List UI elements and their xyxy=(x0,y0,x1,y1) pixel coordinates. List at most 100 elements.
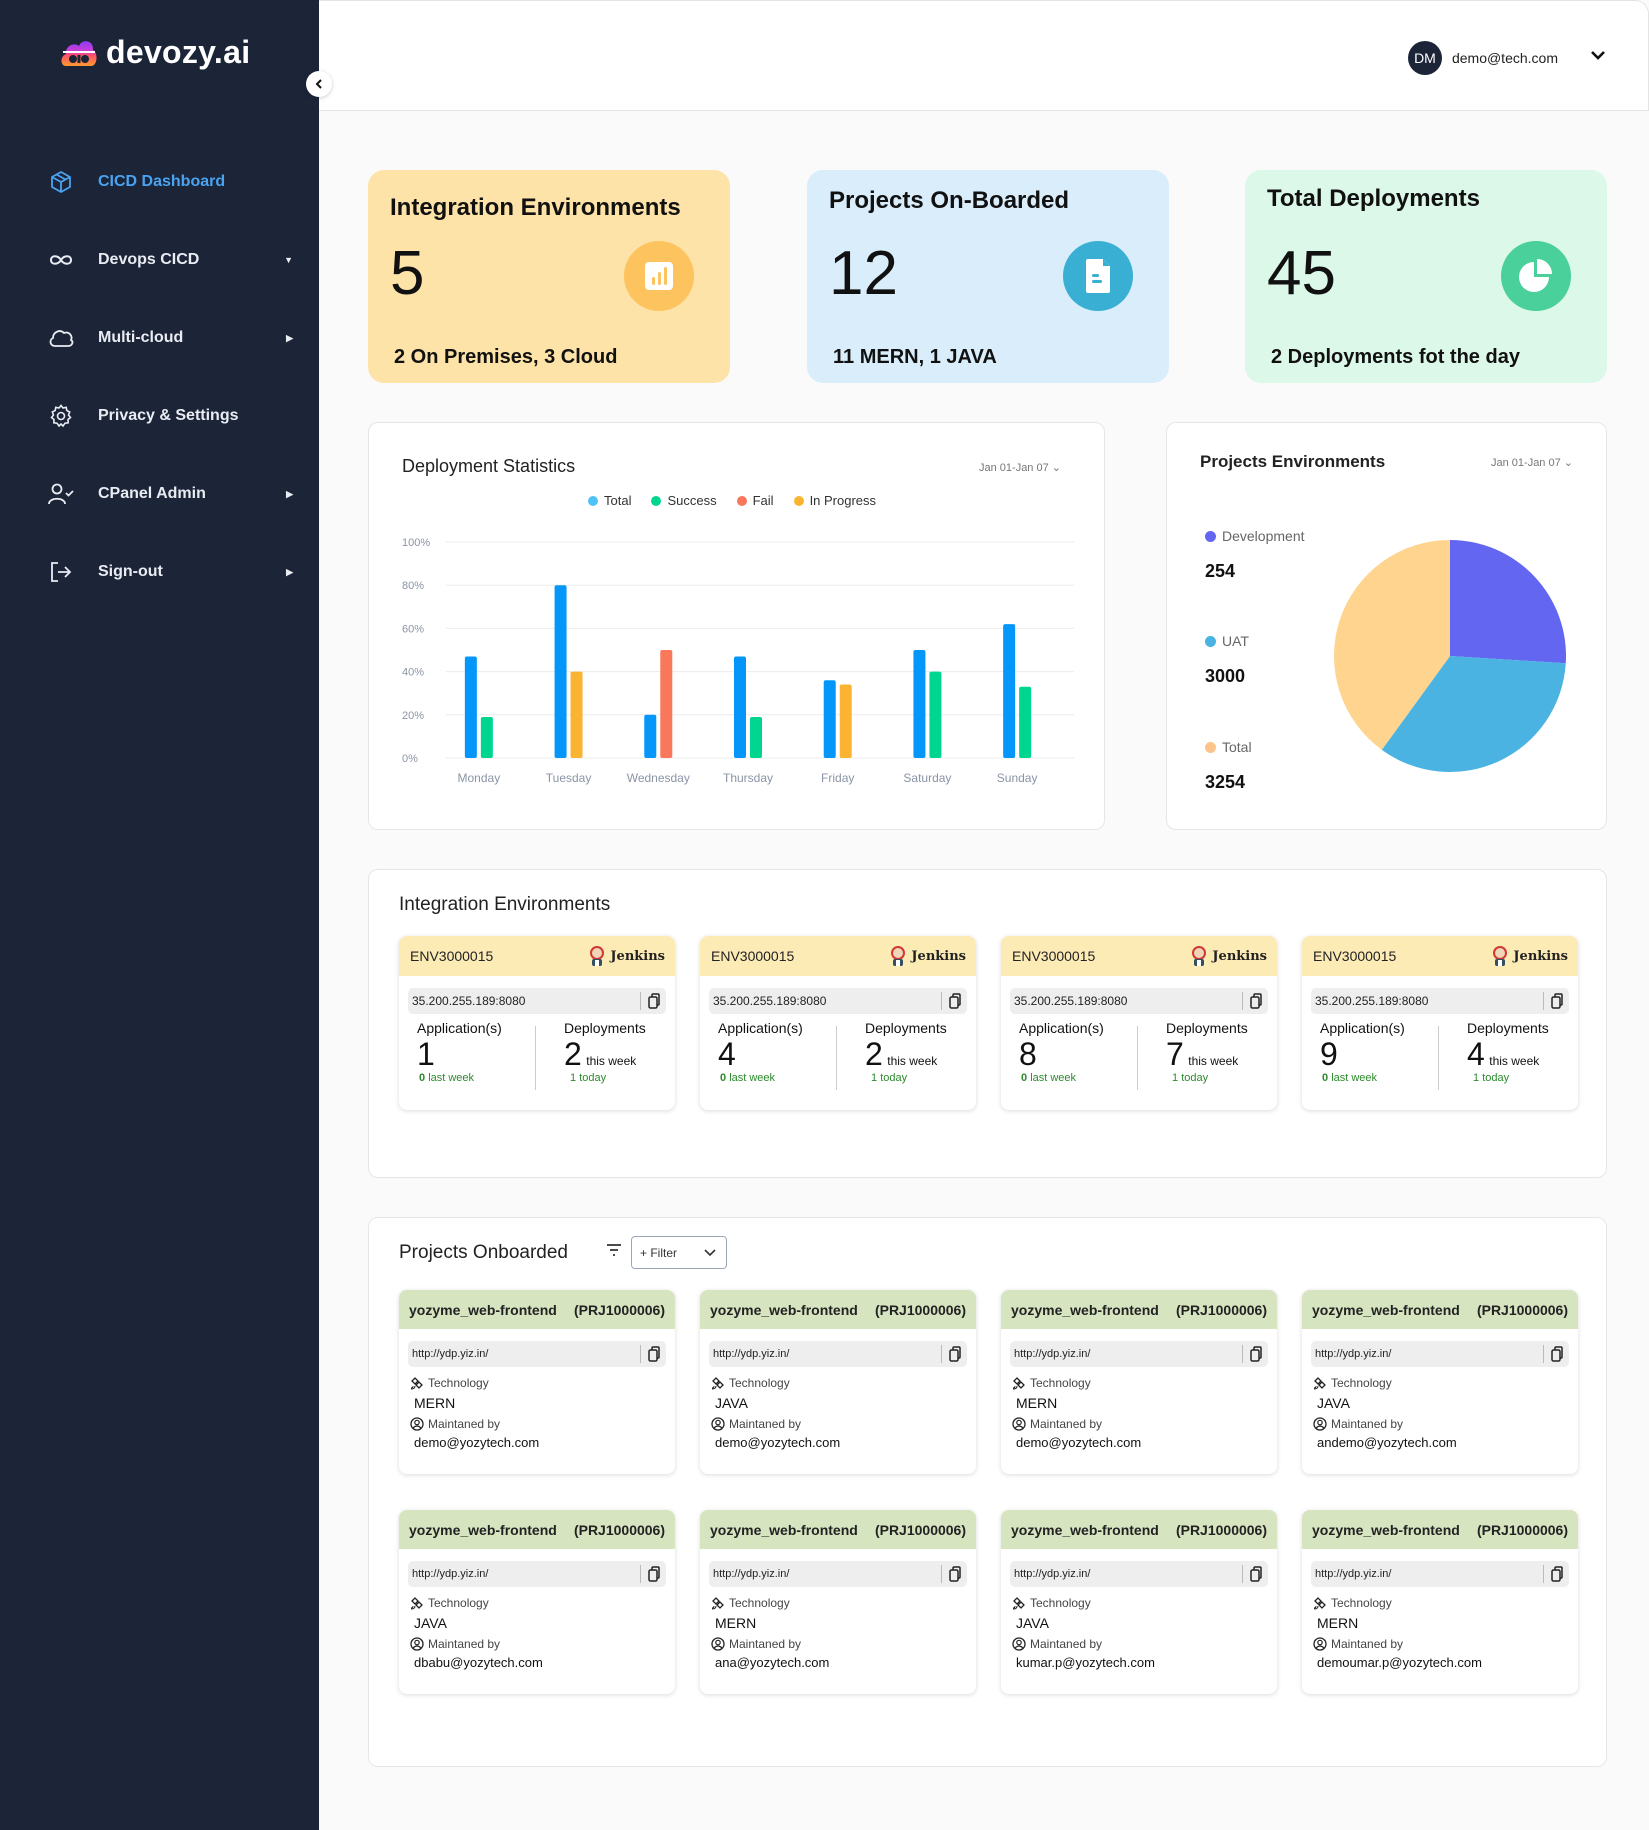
sidebar-item-cicd-dashboard[interactable]: CICD Dashboard xyxy=(48,162,293,202)
chevron-down-icon[interactable] xyxy=(1590,49,1606,61)
brand-logo[interactable]: devozy.ai xyxy=(60,34,250,71)
technology-row: Technology xyxy=(1012,1596,1277,1610)
url-field[interactable]: http://ydp.yiz.in/ xyxy=(709,1341,967,1367)
bar-success[interactable] xyxy=(929,671,942,758)
chevron-left-icon xyxy=(315,79,322,89)
deployments-label: Deployments xyxy=(1467,1020,1549,1036)
x-tick-label: Friday xyxy=(821,771,854,785)
date-range-dropdown[interactable]: Jan 01-Jan 07 ⌄ xyxy=(1491,456,1573,469)
environment-card[interactable]: ENV3000015 Jenkins 35.200.255.189:8080 A… xyxy=(399,936,675,1110)
copy-button[interactable] xyxy=(640,992,660,1010)
bar-total[interactable] xyxy=(823,680,836,758)
project-card[interactable]: yozyme_web-frontend (PRJ1000006) http://… xyxy=(1302,1290,1578,1474)
url-field[interactable]: http://ydp.yiz.in/ xyxy=(709,1561,967,1587)
filter-dropdown[interactable]: + Filter xyxy=(631,1236,727,1269)
applications-stat: Application(s) 9 0 last week xyxy=(1320,1020,1405,1084)
environment-card[interactable]: ENV3000015 Jenkins 35.200.255.189:8080 A… xyxy=(1302,936,1578,1110)
collapse-sidebar-button[interactable] xyxy=(306,71,332,97)
bar-total[interactable] xyxy=(1003,624,1016,758)
copy-button[interactable] xyxy=(640,1565,660,1583)
sidebar-item-multi-cloud[interactable]: Multi-cloud ▶ xyxy=(48,318,293,358)
project-name: yozyme_web-frontend xyxy=(1011,1301,1159,1318)
bar-total[interactable] xyxy=(464,656,477,758)
pie-chart-icon xyxy=(1501,241,1571,311)
url-field[interactable]: http://ydp.yiz.in/ xyxy=(1311,1341,1569,1367)
project-card[interactable]: yozyme_web-frontend (PRJ1000006) http://… xyxy=(1001,1290,1277,1474)
this-week-label: this week xyxy=(1188,1054,1239,1068)
stat-value: 5 xyxy=(390,239,425,308)
project-card[interactable]: yozyme_web-frontend (PRJ1000006) http://… xyxy=(700,1510,976,1694)
bar-success[interactable] xyxy=(480,716,493,758)
environment-id: ENV3000015 xyxy=(1012,948,1096,964)
copy-button[interactable] xyxy=(1242,992,1262,1010)
bar-total[interactable] xyxy=(913,650,926,758)
url-field[interactable]: http://ydp.yiz.in/ xyxy=(1010,1341,1268,1367)
copy-button[interactable] xyxy=(1543,1345,1563,1363)
sidebar-item-sign-out[interactable]: Sign-out ▶ xyxy=(48,552,293,592)
copy-button[interactable] xyxy=(1543,1565,1563,1583)
address-field[interactable]: 35.200.255.189:8080 xyxy=(1010,988,1268,1014)
x-tick-label: Sunday xyxy=(997,771,1038,785)
bar-success[interactable] xyxy=(750,716,762,758)
project-card[interactable]: yozyme_web-frontend (PRJ1000006) http://… xyxy=(399,1290,675,1474)
bar-total[interactable] xyxy=(554,585,567,758)
today-label: today xyxy=(1482,1072,1510,1084)
jenkins-badge: Jenkins xyxy=(889,945,966,967)
project-card[interactable]: yozyme_web-frontend (PRJ1000006) http://… xyxy=(1001,1510,1277,1694)
copy-button[interactable] xyxy=(640,1345,660,1363)
project-card[interactable]: yozyme_web-frontend (PRJ1000006) http://… xyxy=(1302,1510,1578,1694)
applications-stat: Application(s) 4 0 last week xyxy=(718,1020,803,1084)
legend-total: Total xyxy=(1205,739,1252,755)
sidebar-item-label: Multi-cloud xyxy=(98,329,184,346)
address-field[interactable]: 35.200.255.189:8080 xyxy=(1311,988,1569,1014)
sidebar-item-devops-cicd[interactable]: Devops CICD ▼ xyxy=(48,240,293,280)
technology-value: MERN xyxy=(414,1395,456,1411)
apps-last-week-count: 0 xyxy=(419,1072,426,1084)
pie-slice-development[interactable] xyxy=(1450,540,1566,664)
legend-label: Development xyxy=(1222,528,1305,544)
url-field[interactable]: http://ydp.yiz.in/ xyxy=(408,1561,666,1587)
project-code: (PRJ1000006) xyxy=(874,1301,966,1318)
environment-card[interactable]: ENV3000015 Jenkins 35.200.255.189:8080 A… xyxy=(1001,936,1277,1110)
url-field[interactable]: http://ydp.yiz.in/ xyxy=(1010,1561,1268,1587)
satellite-icon xyxy=(410,1377,423,1390)
project-card[interactable]: yozyme_web-frontend (PRJ1000006) http://… xyxy=(399,1510,675,1694)
bar-success[interactable] xyxy=(1019,686,1032,758)
url-field[interactable]: http://ydp.yiz.in/ xyxy=(1311,1561,1569,1587)
divider xyxy=(1137,1026,1138,1090)
address-field[interactable]: 35.200.255.189:8080 xyxy=(709,988,967,1014)
copy-button[interactable] xyxy=(1242,1565,1262,1583)
filter-icon[interactable] xyxy=(606,1244,622,1256)
copy-icon xyxy=(1551,1566,1563,1582)
last-week-label: last week xyxy=(1331,1072,1378,1084)
stat-card-total-deployments[interactable]: Total Deployments 45 2 Deployments fot t… xyxy=(1245,170,1607,383)
technology-row: Technology xyxy=(711,1376,976,1390)
sidebar-item-cpanel-admin[interactable]: CPanel Admin ▶ xyxy=(48,474,293,514)
stat-card-integration-environments[interactable]: Integration Environments 5 2 On Premises… xyxy=(368,170,730,383)
technology-value: JAVA xyxy=(715,1395,748,1411)
copy-button[interactable] xyxy=(941,992,961,1010)
copy-button[interactable] xyxy=(941,1345,961,1363)
tool-label: Jenkins xyxy=(911,948,966,964)
user-menu[interactable]: DM demo@tech.com xyxy=(1407,41,1605,75)
satellite-icon xyxy=(410,1597,423,1610)
sidebar-item-privacy-settings[interactable]: Privacy & Settings xyxy=(48,396,293,436)
copy-icon xyxy=(1551,1346,1563,1362)
project-card[interactable]: yozyme_web-frontend (PRJ1000006) http://… xyxy=(700,1290,976,1474)
jenkins-icon xyxy=(1192,946,1207,966)
project-url: http://ydp.yiz.in/ xyxy=(412,1568,489,1580)
bar-in-progress[interactable] xyxy=(570,671,583,758)
technology-label: Technology xyxy=(1030,1376,1091,1390)
bar-fail[interactable] xyxy=(660,650,673,758)
environment-card[interactable]: ENV3000015 Jenkins 35.200.255.189:8080 A… xyxy=(700,936,976,1110)
copy-button[interactable] xyxy=(941,1565,961,1583)
copy-button[interactable] xyxy=(1543,992,1563,1010)
bar-total[interactable] xyxy=(734,656,746,758)
stat-card-projects-onboarded[interactable]: Projects On-Boarded 12 11 MERN, 1 JAVA xyxy=(807,170,1169,383)
copy-button[interactable] xyxy=(1242,1345,1262,1363)
bar-total[interactable] xyxy=(644,714,657,758)
url-field[interactable]: http://ydp.yiz.in/ xyxy=(408,1341,666,1367)
project-url: http://ydp.yiz.in/ xyxy=(713,1568,790,1580)
bar-in-progress[interactable] xyxy=(839,684,852,758)
address-field[interactable]: 35.200.255.189:8080 xyxy=(408,988,666,1014)
